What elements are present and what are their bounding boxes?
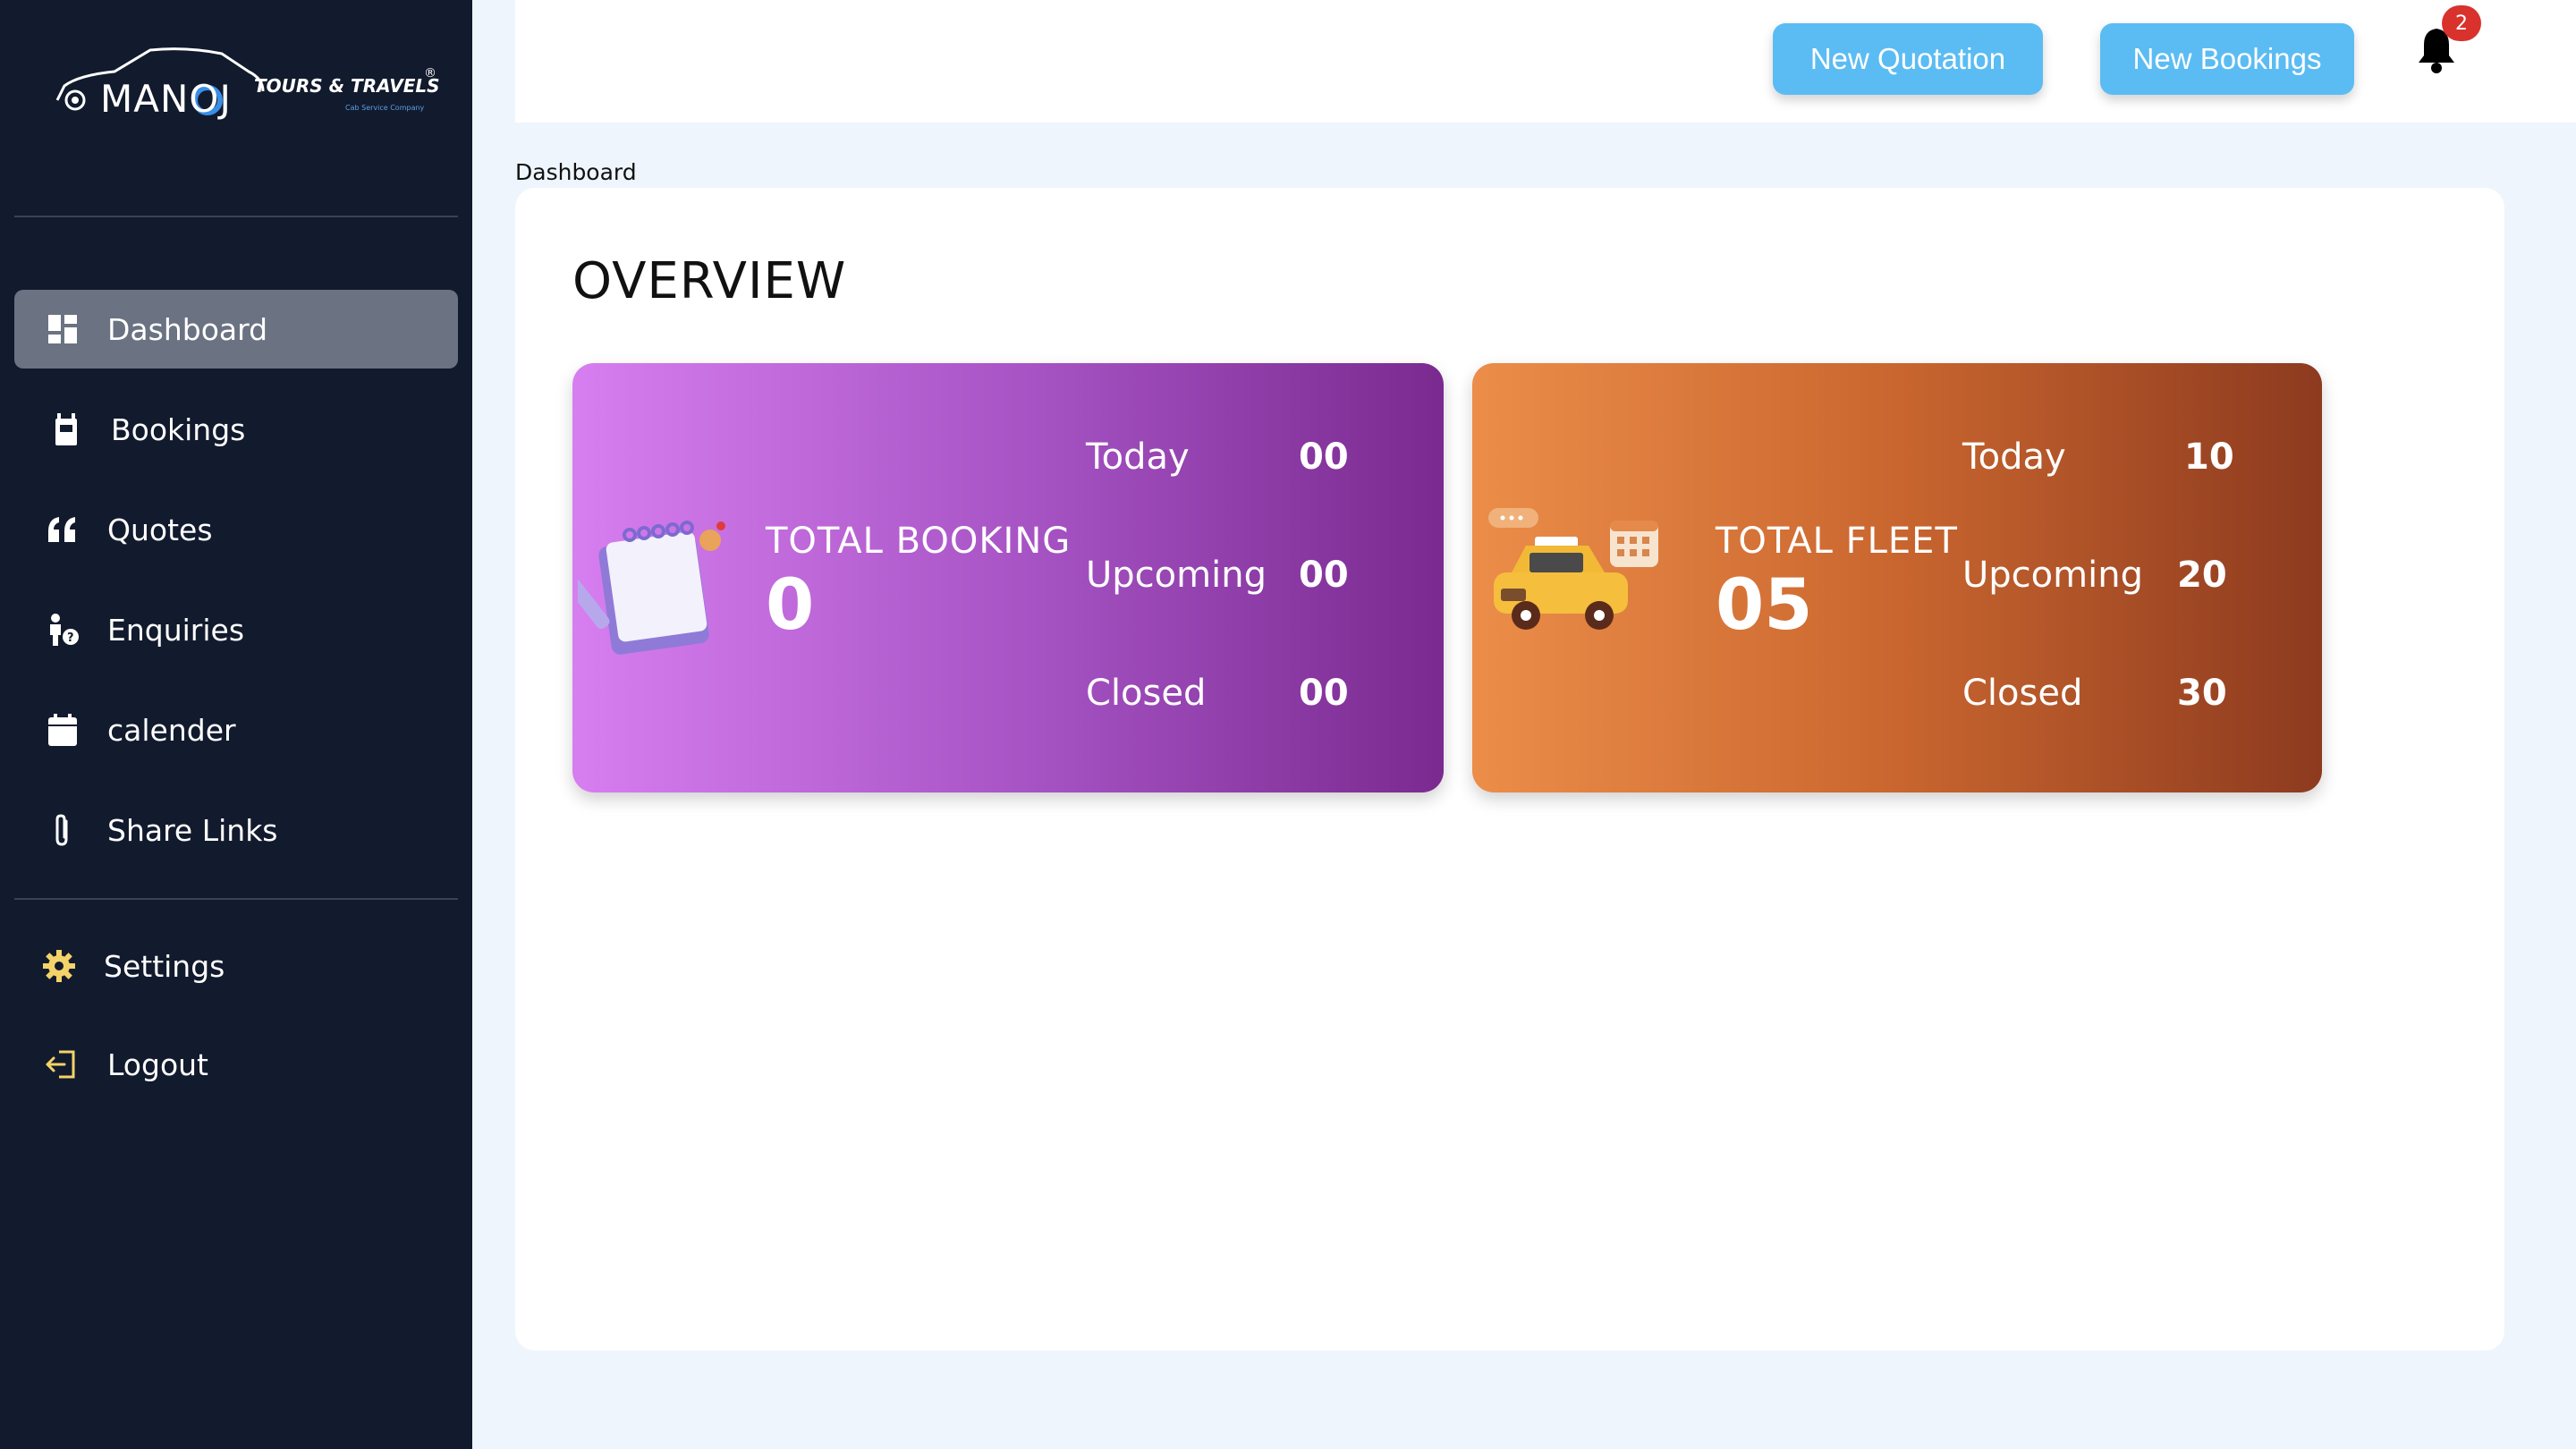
today-label: Today [1962,436,2066,478]
brand-name: MANOJ [100,77,232,121]
sidebar-item-bookings[interactable]: Bookings [14,390,458,469]
calendar-icon [45,712,80,748]
sidebar-item-label: Share Links [107,812,278,848]
sidebar-item-label: Settings [104,948,225,984]
svg-text:?: ? [67,631,74,645]
sidebar-item-label: Quotes [107,512,213,547]
brand-subtitle: Cab Service Company [345,104,425,112]
brand-tagline: TOURS & TRAVELS [254,75,440,97]
brand-logo[interactable]: MANOJ TOURS & TRAVELS Cab Service Compan… [52,45,445,125]
total-fleet-label: TOTAL FLEET [1716,521,1958,562]
new-quotation-button[interactable]: New Quotation [1773,23,2043,95]
sidebar-item-label: Bookings [111,411,246,447]
sidebar-item-label: calender [107,712,236,748]
sidebar-item-dashboard[interactable]: Dashboard [14,290,458,369]
registered-mark: ® [424,66,436,80]
closed-label: Closed [1962,673,2083,714]
upcoming-label: Upcoming [1086,555,1267,596]
total-booking-label: TOTAL BOOKING [766,521,1072,562]
sidebar-item-enquiries[interactable]: ? Enquiries [14,590,458,669]
quote-icon [45,512,80,547]
sidebar: MANOJ TOURS & TRAVELS Cab Service Compan… [0,0,472,1449]
total-fleet-card[interactable]: TOTAL FLEET 05 Today 10 Upcoming 20 Clos… [1472,363,2322,792]
sidebar-item-label: Enquiries [107,612,245,648]
sidebar-item-calender[interactable]: calender [14,691,458,769]
paperclip-icon [45,812,80,848]
today-value: 10 [2184,436,2234,478]
notification-count-badge: 2 [2442,5,2481,41]
upcoming-value: 20 [2177,555,2227,596]
sidebar-item-quotes[interactable]: Quotes [14,490,458,569]
gear-icon [41,948,77,984]
page-title: OVERVIEW [572,252,847,310]
upcoming-value: 00 [1299,555,1349,596]
today-value: 00 [1299,436,1349,478]
taxi-illustration-icon [1485,504,1664,648]
total-booking-value: 0 [766,565,815,646]
sidebar-item-label: Dashboard [107,311,268,347]
sidebar-item-logout[interactable]: Logout [14,1025,458,1104]
closed-value: 30 [2177,673,2227,714]
closed-value: 00 [1299,673,1349,714]
new-bookings-button[interactable]: New Bookings [2100,23,2354,95]
sidebar-item-settings[interactable]: Settings [14,927,458,1005]
total-fleet-value: 05 [1716,565,1813,646]
closed-label: Closed [1086,673,1207,714]
sidebar-item-label: Logout [107,1046,208,1082]
sidebar-divider [14,898,458,900]
total-booking-card[interactable]: TOTAL BOOKING 0 Today 00 Upcoming 00 Clo… [572,363,1444,792]
upcoming-label: Upcoming [1962,555,2143,596]
bookings-icon [48,411,84,447]
breadcrumb: Dashboard [515,159,637,185]
sidebar-item-share-links[interactable]: Share Links [14,791,458,869]
notepad-illustration-icon [572,521,730,655]
dashboard-icon [45,311,80,347]
logout-icon [45,1046,80,1082]
enquiry-icon: ? [45,612,80,648]
today-label: Today [1086,436,1190,478]
sidebar-divider [14,216,458,217]
